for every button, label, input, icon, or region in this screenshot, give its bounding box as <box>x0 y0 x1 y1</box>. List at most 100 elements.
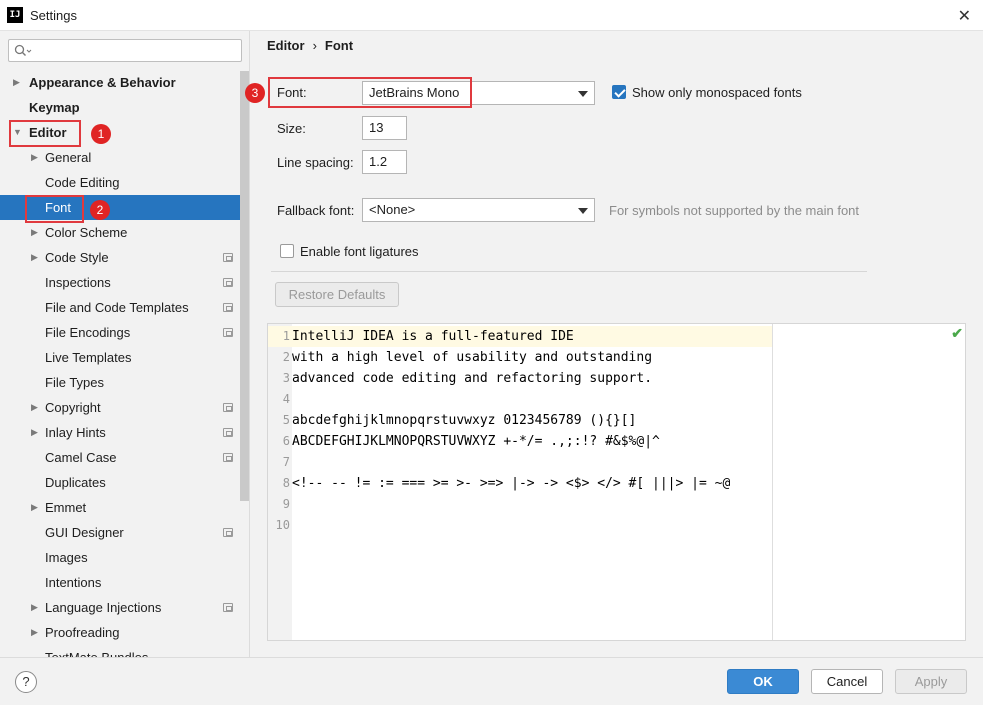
sidebar-item-label: Duplicates <box>45 475 106 490</box>
preview-code-text: IntelliJ IDEA is a full-featured IDE <box>292 329 574 344</box>
sidebar-item[interactable]: GUI Designer <box>0 520 240 545</box>
font-preview-editor[interactable]: 1 IntelliJ IDEA is a full-featured IDE 2 wi… <box>267 323 966 641</box>
sidebar-item[interactable]: Live Templates <box>0 345 240 370</box>
chevron-right-icon[interactable]: ▶ <box>31 220 38 245</box>
project-scope-icon <box>223 428 233 437</box>
sidebar-item[interactable]: Code Editing <box>0 170 240 195</box>
project-scope-icon <box>223 253 233 262</box>
sidebar-item-label: File Types <box>45 375 105 390</box>
sidebar-item[interactable]: File Types <box>0 370 240 395</box>
project-scope-icon <box>223 403 233 412</box>
chevron-right-icon[interactable]: ▶ <box>31 145 38 170</box>
sidebar-item[interactable]: ▶ Copyright <box>0 395 240 420</box>
chevron-right-icon[interactable]: ▶ <box>31 245 38 270</box>
preview-code-text: ABCDEFGHIJKLMNOPQRSTUVWXYZ +-*/= .,;:!? … <box>292 434 660 449</box>
chevron-right-icon[interactable]: ▶ <box>31 495 38 520</box>
preview-code-text: <!-- -- != := === >= >- >=> |-> -> <$> <… <box>292 476 731 491</box>
ok-button[interactable]: OK <box>727 669 799 694</box>
sidebar-scrollbar[interactable] <box>240 71 249 501</box>
sidebar-item-label: Intentions <box>45 575 102 590</box>
sidebar-item[interactable]: ▶ Appearance & Behavior <box>0 70 240 95</box>
ligatures-checkbox[interactable] <box>280 244 294 258</box>
sidebar-item-label: Live Templates <box>45 350 132 365</box>
dialog-footer: ? OK Cancel Apply <box>0 657 983 705</box>
sidebar-item[interactable]: Images <box>0 545 240 570</box>
sidebar-item[interactable]: ▶ Color Scheme <box>0 220 240 245</box>
project-scope-icon <box>223 303 233 312</box>
apply-button[interactable]: Apply <box>895 669 967 694</box>
size-input[interactable]: 13 <box>362 116 407 140</box>
sidebar-item[interactable]: ▶ Emmet <box>0 495 240 520</box>
sidebar-item-label: Keymap <box>29 100 80 115</box>
line-number: 4 <box>282 392 290 406</box>
sidebar-item[interactable]: Camel Case <box>0 445 240 470</box>
help-icon[interactable]: ? <box>15 671 37 693</box>
window-title: Settings <box>30 8 77 23</box>
sidebar-item-label: Proofreading <box>45 625 120 640</box>
sidebar-item[interactable]: Intentions <box>0 570 240 595</box>
chevron-right-icon[interactable]: ▶ <box>31 395 38 420</box>
search-input[interactable] <box>37 42 237 59</box>
preview-line: 1 IntelliJ IDEA is a full-featured IDE <box>268 326 772 347</box>
sidebar-item-label: Camel Case <box>45 450 117 465</box>
project-scope-icon <box>223 328 233 337</box>
line-number: 5 <box>282 413 290 427</box>
chevron-right-icon[interactable]: ▶ <box>31 420 38 445</box>
search-box[interactable] <box>8 39 242 62</box>
sidebar-item[interactable]: Keymap <box>0 95 240 120</box>
annotation-badge-2: 2 <box>90 200 110 220</box>
line-number: 9 <box>282 497 290 511</box>
divider <box>271 271 867 272</box>
sidebar-item[interactable]: TextMate Bundles <box>0 645 240 657</box>
line-number: 6 <box>282 434 290 448</box>
project-scope-icon <box>223 603 233 612</box>
sidebar-item[interactable]: ▶ Code Style <box>0 245 240 270</box>
preview-code-text: advanced code editing and refactoring su… <box>292 371 653 386</box>
close-icon[interactable]: ✕ <box>958 6 971 26</box>
annotation-badge-1: 1 <box>91 124 111 144</box>
sidebar-item-label: TextMate Bundles <box>45 645 148 657</box>
sidebar-item-label: Inlay Hints <box>45 425 106 440</box>
annotation-badge-3: 3 <box>245 83 265 103</box>
intellij-app-icon: IJ <box>7 7 23 23</box>
line-number: 7 <box>282 455 290 469</box>
cancel-button[interactable]: Cancel <box>811 669 883 694</box>
project-scope-icon <box>223 453 233 462</box>
sidebar-item-label: Copyright <box>45 400 101 415</box>
sidebar-item[interactable]: File Encodings <box>0 320 240 345</box>
chevron-right-icon[interactable]: ▶ <box>13 70 20 95</box>
annotation-box-editor <box>9 120 81 147</box>
sidebar-item-label: Code Editing <box>45 175 120 190</box>
sidebar-item[interactable]: ▶ Language Injections <box>0 595 240 620</box>
annotation-box-font-item <box>25 195 84 223</box>
project-scope-icon <box>223 528 233 537</box>
sidebar-item[interactable]: ▶ General <box>0 145 240 170</box>
line-spacing-input[interactable]: 1.2 <box>362 150 407 174</box>
fallback-font-combo[interactable]: <None> <box>362 198 595 222</box>
breadcrumb: Editor › Font <box>267 38 353 53</box>
breadcrumb-parent[interactable]: Editor <box>267 38 305 53</box>
sidebar-item-label: General <box>45 150 92 165</box>
line-number: 1 <box>282 329 290 343</box>
sidebar-item[interactable]: Inspections <box>0 270 240 295</box>
annotation-box-font-field <box>268 77 472 108</box>
monospaced-checkbox[interactable] <box>612 85 626 99</box>
monospaced-label[interactable]: Show only monospaced fonts <box>632 85 802 100</box>
chevron-right-icon[interactable]: ▶ <box>31 595 38 620</box>
breadcrumb-current: Font <box>324 38 354 53</box>
preview-code-text: abcdefghijklmnopqrstuvwxyz 0123456789 ()… <box>292 413 637 428</box>
ligatures-label[interactable]: Enable font ligatures <box>300 244 419 259</box>
chevron-right-icon[interactable]: ▶ <box>31 620 38 645</box>
fallback-font-label: Fallback font: <box>277 203 355 218</box>
sidebar-item[interactable]: Duplicates <box>0 470 240 495</box>
restore-defaults-button[interactable]: Restore Defaults <box>275 282 399 307</box>
line-number: 8 <box>282 476 290 490</box>
project-scope-icon <box>223 278 233 287</box>
sidebar-item[interactable]: File and Code Templates <box>0 295 240 320</box>
line-number: 3 <box>282 371 290 385</box>
search-icon <box>14 44 32 56</box>
breadcrumb-separator: › <box>312 38 317 53</box>
right-margin-guide <box>772 324 773 640</box>
sidebar-item[interactable]: ▶ Inlay Hints <box>0 420 240 445</box>
sidebar-item[interactable]: ▶ Proofreading <box>0 620 240 645</box>
